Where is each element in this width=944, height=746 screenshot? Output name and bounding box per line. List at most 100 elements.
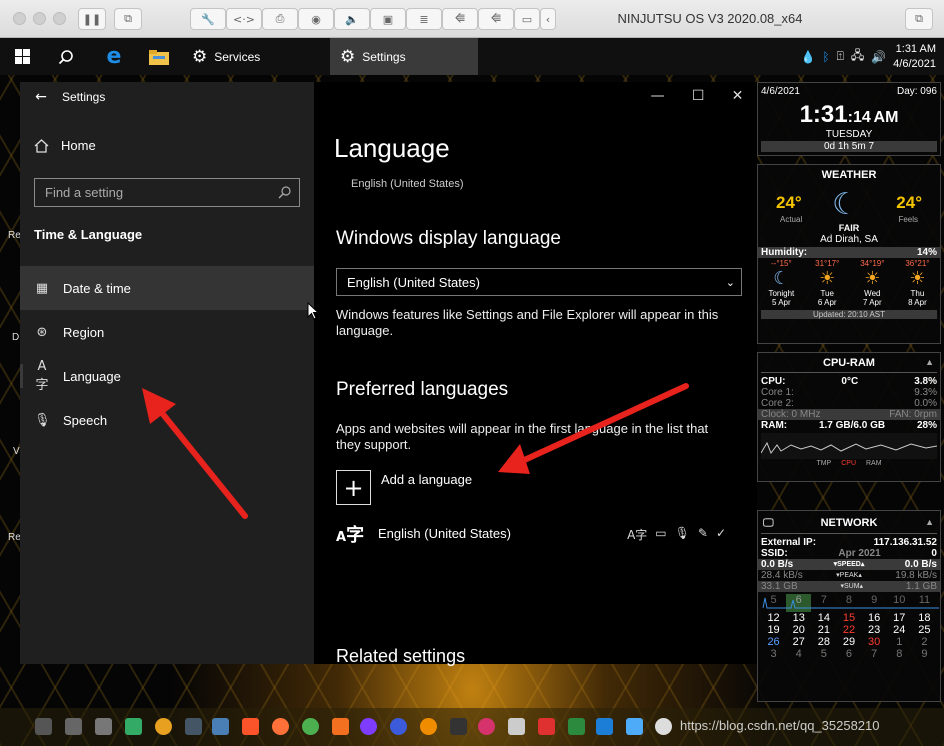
file-explorer-icon[interactable] [142, 38, 176, 75]
windows-start-icon[interactable] [6, 38, 38, 75]
chrome-icon[interactable] [302, 718, 319, 735]
camera-icon[interactable]: ◉ [298, 8, 334, 30]
nav-item-language[interactable]: A字 Language [20, 354, 314, 398]
usb-icon[interactable]: ⭅ [442, 8, 478, 30]
dock-app-icon[interactable] [655, 718, 672, 735]
dock-app-icon[interactable] [212, 718, 229, 735]
bluetooth-icon[interactable]: ᛒ [822, 50, 829, 64]
nav-item-region[interactable]: ⊛ Region [20, 310, 314, 354]
find-setting-search-input[interactable]: Find a setting [34, 178, 300, 207]
dock-app-icon[interactable] [65, 718, 82, 735]
calendar-day[interactable]: 15 [836, 612, 861, 624]
dock-app-icon[interactable] [360, 718, 377, 735]
collapse-icon[interactable]: ▲ [925, 357, 934, 367]
calendar-day[interactable]: 8 [887, 648, 912, 660]
search-icon[interactable] [50, 38, 82, 75]
add-language-button[interactable]: + Add a language [336, 470, 472, 505]
forecast-day: --°15° ☾ Tonight 5 Apr [768, 259, 794, 307]
calendar-day[interactable]: 26 [761, 636, 786, 648]
close-window-button[interactable] [13, 12, 26, 25]
printer-icon[interactable]: ⎙ [262, 8, 298, 30]
dock-app-icon[interactable] [35, 718, 52, 735]
network-icon[interactable]: 🖧 [851, 46, 864, 67]
dock-app-icon[interactable] [596, 718, 613, 735]
brave-browser-icon[interactable] [242, 718, 259, 735]
settings-wrench-icon[interactable]: 🔧 [190, 8, 226, 30]
dock-app-icon[interactable] [95, 718, 112, 735]
minimize-icon[interactable]: — [651, 88, 665, 104]
code-icon[interactable]: <·> [226, 8, 262, 30]
calendar-day[interactable]: 17 [887, 612, 912, 624]
dock-app-icon[interactable] [450, 718, 467, 735]
taskbar-app-settings[interactable]: ⚙ Settings [330, 38, 478, 75]
maximize-icon[interactable]: ☐ [692, 88, 705, 104]
calendar-day[interactable]: 29 [836, 636, 861, 648]
minimize-window-button[interactable] [33, 12, 46, 25]
dock-app-icon[interactable] [478, 718, 495, 735]
dock-app-icon[interactable] [568, 718, 585, 735]
snapshot-icon[interactable]: ⧉ [114, 8, 142, 30]
collapse-icon[interactable]: ▲ [925, 517, 934, 527]
nav-item-date-time[interactable]: ▦ Date & time [20, 266, 314, 310]
desktop-icon-label[interactable]: V [13, 446, 20, 457]
firefox-icon[interactable] [272, 718, 289, 735]
volume-icon[interactable]: 🔊 [871, 50, 886, 64]
calendar-day[interactable]: 25 [912, 624, 937, 636]
display-language-dropdown[interactable]: English (United States) ⌄ [336, 268, 742, 296]
dock-app-icon[interactable] [508, 718, 525, 735]
dock-app-icon[interactable] [185, 718, 202, 735]
calendar-day[interactable]: 24 [887, 624, 912, 636]
dock-app-icon[interactable] [125, 718, 142, 735]
usb-device-icon[interactable]: ⍐ [837, 49, 844, 64]
installed-language-item[interactable]: A字 English (United States) A字 ▭ 🎙 ✎ ✓ [336, 526, 736, 560]
calendar-day[interactable]: 5 [811, 648, 836, 660]
calendar-day[interactable]: 23 [862, 624, 887, 636]
desktop-icon-label[interactable]: D [12, 332, 19, 343]
calendar-day[interactable]: 14 [811, 612, 836, 624]
calendar-day[interactable]: 2 [912, 636, 937, 648]
back-arrow-icon[interactable]: ← [20, 89, 62, 105]
calendar-day[interactable]: 1 [887, 636, 912, 648]
chevron-left-icon[interactable]: ‹ [540, 8, 556, 30]
calendar-day[interactable]: 21 [811, 624, 836, 636]
calendar-day[interactable]: 16 [862, 612, 887, 624]
calendar-day[interactable]: 19 [761, 624, 786, 636]
home-nav-item[interactable]: Home [34, 138, 96, 153]
calendar-day[interactable]: 3 [761, 648, 786, 660]
dock-app-icon[interactable] [538, 718, 555, 735]
calendar-day[interactable]: 27 [786, 636, 811, 648]
calendar-day[interactable]: 13 [786, 612, 811, 624]
dock-app-icon[interactable] [390, 718, 407, 735]
dock-app-icon[interactable] [420, 718, 437, 735]
dock-app-icon[interactable] [332, 718, 349, 735]
calendar-day[interactable]: 4 [786, 648, 811, 660]
calendar-day[interactable]: 30 [862, 636, 887, 648]
calendar-day[interactable]: 22 [836, 624, 861, 636]
folder-share-icon[interactable]: ▭ [514, 8, 540, 30]
webcam-icon[interactable]: ▣ [370, 8, 406, 30]
calendar-day[interactable]: 9 [912, 648, 937, 660]
usb-icon-2[interactable]: ⭅ [478, 8, 514, 30]
search-icon[interactable] [278, 186, 291, 199]
restore-icon[interactable]: ⧉ [905, 8, 933, 30]
water-drop-icon[interactable]: 💧 [800, 50, 815, 64]
calendar-day[interactable]: 6 [836, 648, 861, 660]
dock-app-icon[interactable] [626, 718, 643, 735]
calendar-day[interactable]: 20 [786, 624, 811, 636]
taskbar-app-services[interactable]: ⚙ Services [182, 38, 328, 75]
calendar-day[interactable]: 28 [811, 636, 836, 648]
pause-icon[interactable]: ❚❚ [78, 8, 106, 30]
desktop-icon-label[interactable]: Re [8, 532, 21, 543]
close-icon[interactable]: ✕ [732, 88, 744, 104]
calendar-day[interactable]: 18 [912, 612, 937, 624]
sound-icon[interactable]: 🔈 [334, 8, 370, 30]
desktop-icon-label[interactable]: Re [8, 230, 21, 241]
nav-item-speech[interactable]: 🎙 Speech [20, 398, 314, 442]
calendar-day[interactable]: 12 [761, 612, 786, 624]
dock-search-icon[interactable] [155, 718, 172, 735]
calendar-day[interactable]: 7 [862, 648, 887, 660]
zoom-window-button[interactable] [53, 12, 66, 25]
taskbar-clock[interactable]: 1:31 AM 4/6/2021 [893, 42, 936, 72]
disk-icon[interactable]: ≣ [406, 8, 442, 30]
edge-browser-icon[interactable]: e [96, 38, 132, 75]
